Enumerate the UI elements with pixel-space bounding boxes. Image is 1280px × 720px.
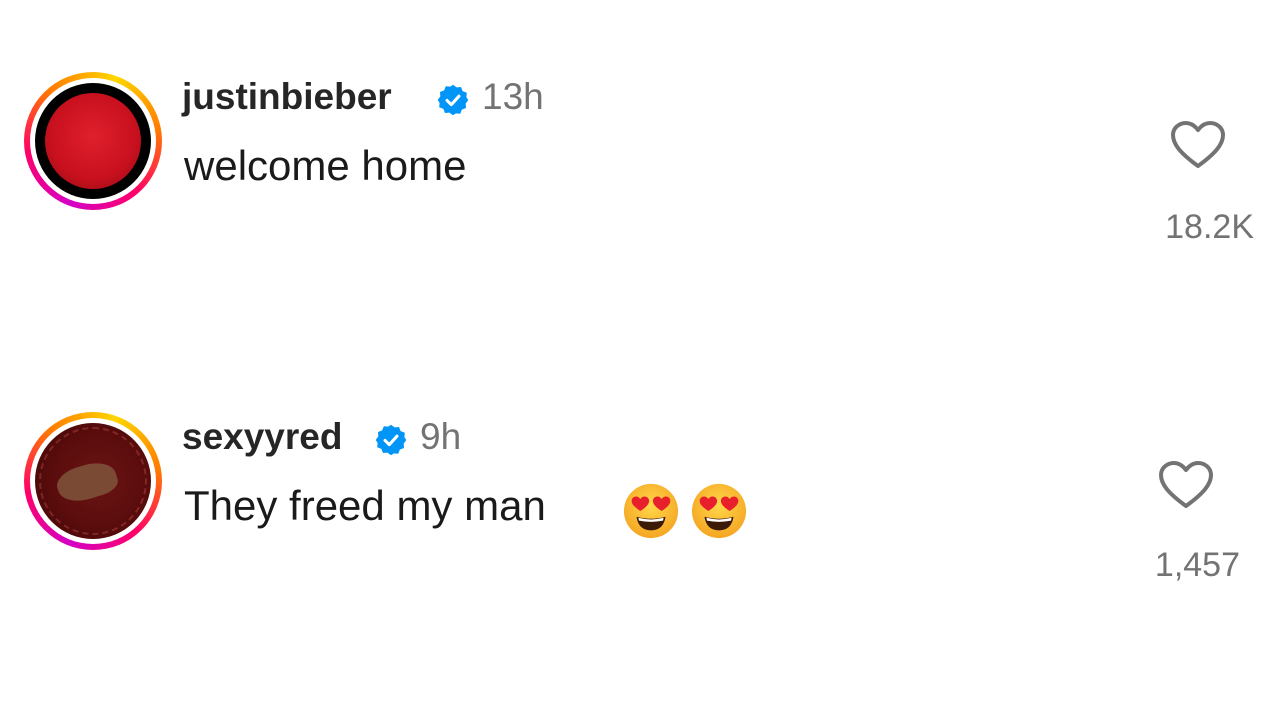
like-heart-icon[interactable] <box>1158 460 1214 510</box>
like-count: 18.2K <box>1165 208 1254 246</box>
like-heart-icon[interactable] <box>1170 120 1226 170</box>
comment-timestamp: 13h <box>482 76 544 117</box>
avatar[interactable] <box>24 412 162 550</box>
heart-eyes-emoji-icon <box>623 483 679 539</box>
comment-timestamp: 9h <box>420 416 462 457</box>
emoji-group <box>622 482 748 540</box>
verified-badge-icon <box>375 424 407 456</box>
comment-text: They freed my man <box>184 482 546 529</box>
comment-text: welcome home <box>184 142 467 189</box>
avatar-image <box>35 423 151 539</box>
avatar[interactable] <box>24 72 162 210</box>
verified-badge-icon <box>437 84 469 116</box>
comment-username[interactable]: justinbieber <box>182 76 392 118</box>
heart-eyes-emoji-icon <box>691 483 747 539</box>
avatar-image <box>35 83 151 199</box>
like-count: 1,457 <box>1154 546 1240 584</box>
comment-username[interactable]: sexyyred <box>182 416 342 458</box>
